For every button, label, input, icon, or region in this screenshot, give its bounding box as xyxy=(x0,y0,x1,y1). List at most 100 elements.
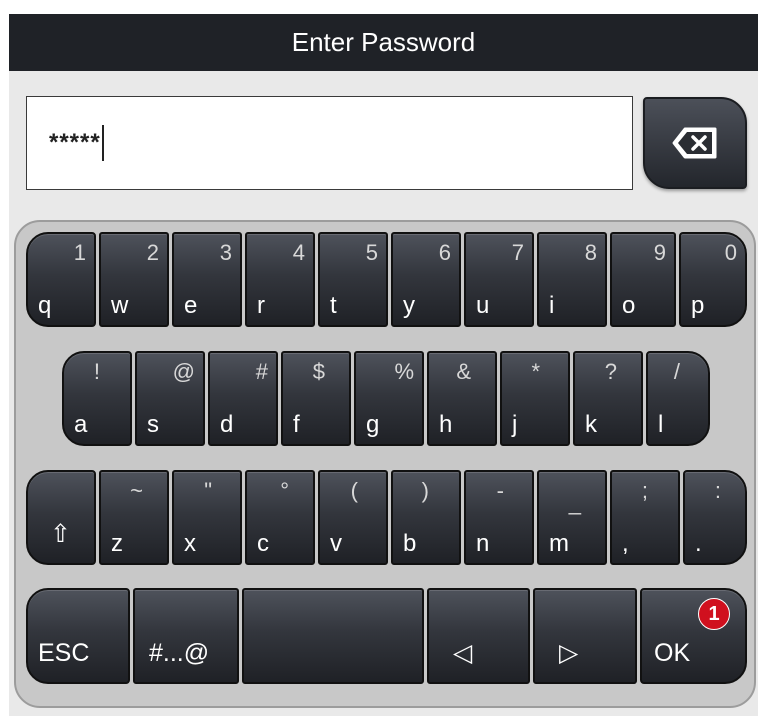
key-n[interactable]: -n xyxy=(464,470,534,565)
key-s[interactable]: @ s xyxy=(135,351,205,446)
key-alt-label: ! xyxy=(93,359,100,384)
key-p[interactable]: 0p xyxy=(679,232,747,327)
key-label: a xyxy=(74,411,88,438)
key-c[interactable]: ° c xyxy=(245,470,315,565)
key-v[interactable]: (v xyxy=(318,470,388,565)
key-label: f xyxy=(293,411,300,438)
key-y[interactable]: 6y xyxy=(391,232,461,327)
key-alt-label: & xyxy=(456,359,471,384)
callout-badge: 1 xyxy=(698,598,730,630)
key-label: n xyxy=(476,530,490,557)
key-e[interactable]: 3e xyxy=(172,232,242,327)
cursor-left-button[interactable]: ◁ xyxy=(427,588,530,684)
key-h[interactable]: & h xyxy=(427,351,497,446)
key-label: o xyxy=(622,292,636,319)
password-value: ***** xyxy=(49,129,101,156)
shift-icon: ⇧ xyxy=(50,520,71,548)
ok-button[interactable]: OK xyxy=(640,588,747,684)
key-alt-label: ; xyxy=(641,478,648,503)
key-label: w xyxy=(111,292,129,319)
key-j[interactable]: * j xyxy=(500,351,570,446)
key-comma[interactable]: ;, xyxy=(610,470,680,565)
key-label: y xyxy=(403,292,415,319)
key-label: e xyxy=(184,292,198,319)
key-label: x xyxy=(184,530,196,557)
key-alt-label: 3 xyxy=(219,240,232,265)
key-alt-label: _ xyxy=(568,490,581,515)
backspace-icon xyxy=(672,127,717,159)
key-label: u xyxy=(476,292,490,319)
key-alt-label: - xyxy=(496,478,504,503)
key-alt-label: % xyxy=(394,359,414,384)
key-alt-label: " xyxy=(204,478,212,503)
backspace-button[interactable] xyxy=(643,97,747,189)
key-label: q xyxy=(38,292,52,319)
key-alt-label: 4 xyxy=(292,240,305,265)
key-r[interactable]: 4r xyxy=(245,232,315,327)
key-label: t xyxy=(330,292,337,319)
key-label: . xyxy=(695,530,702,557)
key-alt-label: 2 xyxy=(146,240,159,265)
key-alt-label: 9 xyxy=(653,240,666,265)
esc-button[interactable]: ESC xyxy=(26,588,130,684)
key-alt-label: ( xyxy=(350,478,358,503)
key-t[interactable]: 5t xyxy=(318,232,388,327)
key-m[interactable]: _ m xyxy=(537,470,607,565)
cursor-right-button[interactable]: ▷ xyxy=(533,588,637,684)
symbols-label: #...@ xyxy=(149,639,210,667)
key-label: z xyxy=(111,530,123,557)
key-alt-label: ° xyxy=(280,478,289,503)
right-arrow-icon: ▷ xyxy=(559,639,579,667)
key-w[interactable]: 2w xyxy=(99,232,169,327)
key-alt-label: 6 xyxy=(438,240,451,265)
key-g[interactable]: % g xyxy=(354,351,424,446)
key-label: , xyxy=(622,530,629,557)
key-alt-label: * xyxy=(531,359,540,384)
key-b[interactable]: ) b xyxy=(391,470,461,565)
key-label: c xyxy=(257,530,269,557)
key-label: d xyxy=(220,411,234,438)
key-label: r xyxy=(257,292,265,319)
key-alt-label: 8 xyxy=(584,240,597,265)
key-alt-label: 7 xyxy=(511,240,524,265)
key-o[interactable]: 9o xyxy=(610,232,676,327)
key-q[interactable]: 1q xyxy=(26,232,96,327)
key-alt-label: 5 xyxy=(365,240,378,265)
badge-number: 1 xyxy=(708,602,720,625)
title-text: Enter Password xyxy=(291,27,476,57)
key-period[interactable]: :. xyxy=(683,470,747,565)
key-label: l xyxy=(658,411,664,438)
key-label: b xyxy=(403,530,417,557)
key-i[interactable]: 8i xyxy=(537,232,607,327)
key-alt-label: # xyxy=(255,359,268,384)
key-label: g xyxy=(366,411,380,438)
left-arrow-icon: ◁ xyxy=(453,639,473,667)
space-button[interactable] xyxy=(242,588,424,684)
key-label: p xyxy=(691,292,705,319)
key-l[interactable]: / l xyxy=(646,351,710,446)
text-caret xyxy=(101,125,104,161)
key-z[interactable]: ~ z xyxy=(99,470,169,565)
esc-label: ESC xyxy=(38,639,90,667)
key-alt-label: $ xyxy=(312,359,325,384)
symbols-button[interactable]: #...@ xyxy=(133,588,239,684)
key-label: s xyxy=(147,411,159,438)
key-a[interactable]: ! a xyxy=(62,351,132,446)
key-alt-label: 1 xyxy=(73,240,86,265)
ok-label: OK xyxy=(654,639,691,667)
key-u[interactable]: 7u xyxy=(464,232,534,327)
key-label: i xyxy=(549,292,555,319)
dialog-title: Enter Password xyxy=(9,14,758,71)
key-alt-label: @ xyxy=(172,359,195,384)
key-d[interactable]: # d xyxy=(208,351,278,446)
key-alt-label: / xyxy=(673,359,680,384)
key-x[interactable]: " x xyxy=(172,470,242,565)
password-field[interactable]: ***** xyxy=(26,96,633,190)
key-f[interactable]: $ f xyxy=(281,351,351,446)
key-label: h xyxy=(439,411,453,438)
shift-key[interactable]: ⇧ xyxy=(26,470,96,565)
key-k[interactable]: ? k xyxy=(573,351,643,446)
key-alt-label: : xyxy=(714,478,721,503)
key-label: j xyxy=(512,411,518,438)
key-alt-label: ? xyxy=(604,359,617,384)
